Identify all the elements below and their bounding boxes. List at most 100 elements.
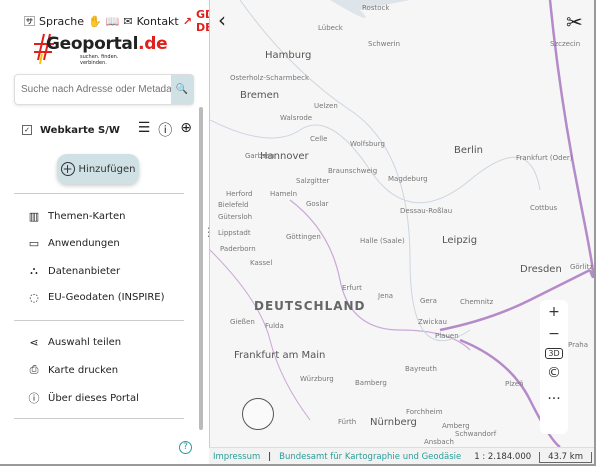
city-label: Ansbach <box>424 438 454 446</box>
city-label: Frankfurt (Oder) <box>516 154 573 162</box>
menu-item-print[interactable]: ⎙ Karte drucken <box>28 363 119 377</box>
translate-icon[interactable]: 🈂 <box>24 13 35 29</box>
city-label: Fürth <box>338 418 357 426</box>
menu-item-datenanbieter[interactable]: ⛬ Datenanbieter <box>28 264 120 278</box>
agency-link[interactable]: Bundesamt für Kartographie und Geodäsie <box>279 452 461 462</box>
city-label: Walsrode <box>280 114 313 122</box>
menu-item-themen-karten[interactable]: ▥ Themen-Karten <box>28 210 126 223</box>
hierarchy-icon: ⛬ <box>30 264 38 277</box>
scale-bar: 43.7 km <box>539 451 592 463</box>
city-label: Dresden <box>520 264 562 275</box>
search-button[interactable]: 🔍 <box>171 75 193 104</box>
divider <box>14 320 184 321</box>
map-background <box>210 0 594 447</box>
city-label: Hameln <box>270 190 298 198</box>
copyright-button[interactable]: © <box>547 365 561 381</box>
impressum-link[interactable]: Impressum <box>213 452 260 462</box>
city-label: Goslar <box>306 200 329 208</box>
add-button[interactable]: + Hinzufügen <box>57 154 139 184</box>
layer-checkbox[interactable]: ✓ <box>22 125 32 135</box>
city-label: Plzeň <box>505 380 524 388</box>
sidebar: 🈂 Sprache ✋ 📖 ✉ Kontakt ↗ GDI-DE Geoport… <box>0 0 223 464</box>
3d-button[interactable]: 3D <box>545 348 563 359</box>
city-label: Nürnberg <box>370 417 417 428</box>
city-label: Gießen <box>230 318 255 326</box>
easy-language-icon[interactable]: 📖 <box>106 15 120 28</box>
city-label: Celle <box>310 135 328 143</box>
geoportal-logo[interactable]: Geoportal.de suchen. finden. verbinden. <box>34 30 168 66</box>
sign-language-icon[interactable]: ✋ <box>88 15 102 28</box>
zoom-out-button[interactable]: − <box>548 326 560 342</box>
map-icon: ▥ <box>28 210 40 223</box>
external-link-icon[interactable]: ↗ <box>183 15 192 28</box>
menu-item-share[interactable]: ⋖ Auswahl teilen <box>28 336 121 349</box>
zoom-to-layer-icon[interactable]: ⊕ <box>180 120 192 140</box>
search-input[interactable] <box>15 75 171 104</box>
search-icon: 🔍 <box>175 84 189 95</box>
info-icon[interactable]: ⓘ <box>158 120 172 140</box>
language-link[interactable]: Sprache <box>39 15 84 28</box>
city-label: Amberg <box>442 422 470 430</box>
mail-icon[interactable]: ✉ <box>123 15 132 28</box>
scrollbar[interactable] <box>199 107 203 430</box>
city-label: Osterholz-Scharmbeck <box>230 74 310 82</box>
city-label: Halle (Saale) <box>360 237 405 245</box>
tools-icon: ✂ <box>566 10 583 34</box>
city-label: Jena <box>378 292 394 300</box>
city-label: Schwerin <box>368 40 401 48</box>
info-icon: ⓘ <box>28 392 40 405</box>
zoom-in-button[interactable]: + <box>548 304 560 320</box>
city-label: Würzburg <box>300 375 334 383</box>
city-label: Garbsen <box>245 152 275 160</box>
city-label: Szczecin <box>550 40 581 48</box>
city-label: Uelzen <box>314 102 338 110</box>
city-label: Frankfurt am Main <box>234 350 326 361</box>
city-label: Gera <box>420 297 437 305</box>
plus-icon: + <box>60 162 75 176</box>
city-label: Hamburg <box>265 50 312 61</box>
overview-map[interactable] <box>242 398 274 430</box>
city-label: Praha <box>568 341 588 349</box>
layer-name: Webkarte S/W <box>40 124 120 136</box>
city-label: Bayreuth <box>405 365 437 373</box>
city-label: Braunschweig <box>328 167 378 175</box>
tools-button[interactable]: ✂ <box>566 10 583 34</box>
more-button[interactable]: ... <box>547 387 560 403</box>
dotted-circle-icon: ◌ <box>29 291 39 304</box>
menu-item-anwendungen[interactable]: ▭ Anwendungen <box>28 237 120 250</box>
city-label: Chemnitz <box>460 298 494 306</box>
share-icon: ⋖ <box>29 336 39 349</box>
city-label: Wolfsburg <box>350 140 385 148</box>
contact-link[interactable]: Kontakt <box>137 15 179 28</box>
city-label: Görlitz <box>570 263 593 271</box>
menu-item-about[interactable]: ⓘ Über dieses Portal <box>28 390 139 406</box>
map-footer: Impressum | Bundesamt für Kartographie u… <box>209 447 594 464</box>
city-label: Schwandorf <box>455 430 497 438</box>
help-button[interactable]: ? <box>179 441 192 454</box>
city-label: Forchheim <box>406 408 443 416</box>
city-label: Erfurt <box>342 284 362 292</box>
city-label: Lübeck <box>318 24 343 32</box>
city-label: Fulda <box>265 322 284 330</box>
city-label: Bremen <box>240 90 280 101</box>
city-label: Salzgitter <box>296 177 330 185</box>
city-label: Kassel <box>250 259 273 267</box>
printer-icon: ⎙ <box>29 363 39 376</box>
map[interactable]: Rostock Lübeck Schwerin Hamburg Szczecin Brem… <box>209 0 594 447</box>
collapse-sidebar-button[interactable]: ‹ <box>218 8 226 32</box>
city-label: Gütersloh <box>218 213 253 221</box>
city-label: Magdeburg <box>388 175 428 183</box>
city-label: Herford <box>226 190 253 198</box>
layer-row: ✓ Webkarte S/W ☰ ⓘ ⊕ <box>22 120 192 140</box>
menu-item-inspire[interactable]: ◌ EU-Geodaten (INSPIRE) <box>28 291 164 304</box>
map-controls: + − 3D © ... <box>540 300 568 434</box>
chevron-left-icon: ‹ <box>218 8 226 32</box>
window-icon: ▭ <box>28 237 40 250</box>
city-label: Göttingen <box>286 233 321 241</box>
city-label: Cottbus <box>530 204 558 212</box>
divider <box>14 193 184 194</box>
settings-sliders-icon[interactable]: ☰ <box>138 120 151 140</box>
city-label: Berlin <box>454 145 484 156</box>
country-label: DEUTSCHLAND <box>254 299 366 313</box>
city-label: Rostock <box>362 4 390 12</box>
